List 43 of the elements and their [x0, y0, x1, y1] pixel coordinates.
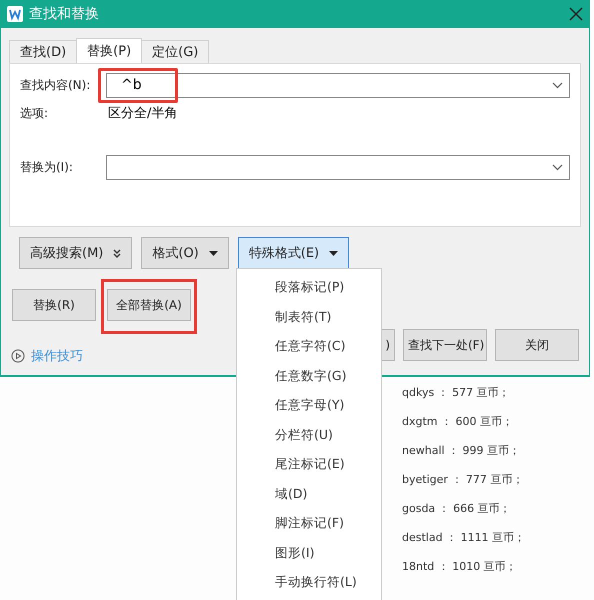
- play-circle-icon: [11, 349, 25, 363]
- tab[interactable]: 替换(P): [76, 38, 142, 63]
- menu-item[interactable]: 图形(I): [275, 538, 381, 568]
- menu-item[interactable]: 脚注标记(F): [275, 509, 381, 538]
- options-value: 区分全/半角: [107, 105, 178, 122]
- document-line: qdkys ： 577 亘币；: [402, 385, 511, 401]
- document-line: 18ntd ： 1010 亘币；: [402, 559, 518, 575]
- document-line: byetiger ： 777 亘币；: [402, 472, 524, 488]
- document-line: gosda ： 666 亘币；: [402, 501, 512, 517]
- option-button[interactable]: 高级搜索(M): [19, 237, 132, 269]
- close-icon[interactable]: [569, 7, 583, 21]
- menu-item[interactable]: 域(D): [275, 480, 381, 509]
- dropdown-chevron-icon[interactable]: [552, 164, 563, 170]
- menu-item[interactable]: 分栏符(U): [275, 420, 381, 450]
- caret-icon: [329, 250, 338, 256]
- app-logo-icon: [7, 6, 23, 22]
- document-line: newhall ： 999 亘币；: [402, 443, 522, 459]
- document-line: destlad ： 1111 亘币；: [402, 530, 526, 546]
- replace-field[interactable]: [106, 154, 570, 180]
- find-label: 查找内容(N):: [20, 76, 92, 94]
- find-field[interactable]: ^b: [106, 72, 570, 98]
- menu-item[interactable]: 任意数字(G): [275, 362, 381, 391]
- action-button[interactable]: 全部替换(A): [107, 289, 191, 321]
- menu-item[interactable]: 制表符(T): [275, 302, 381, 332]
- menu-item[interactable]: 手动换行符(L): [275, 568, 381, 598]
- dropdown-chevron-icon[interactable]: [552, 82, 563, 88]
- option-button[interactable]: 格式(O): [141, 237, 229, 269]
- option-button[interactable]: 特殊格式(E): [238, 237, 350, 269]
- tab[interactable]: 查找(D): [9, 40, 78, 63]
- double-caret-icon: [113, 248, 122, 258]
- menu-item[interactable]: 尾注标记(E): [275, 450, 381, 480]
- tab[interactable]: 定位(G): [141, 40, 210, 63]
- menu-item[interactable]: 段落标记(P): [275, 273, 381, 302]
- window-title: 查找和替换: [29, 5, 100, 23]
- replace-label: 替换为(I):: [20, 158, 74, 176]
- options-label: 选项:: [20, 104, 50, 122]
- caret-icon: [208, 250, 218, 256]
- dialog-button[interactable]: 查找下一处(F): [403, 329, 487, 361]
- menu-item[interactable]: 任意字母(Y): [275, 391, 381, 420]
- menu-item[interactable]: 任意字符(C): [275, 332, 381, 362]
- action-button[interactable]: 替换(R): [12, 289, 96, 321]
- dialog-button[interactable]: 关闭: [495, 329, 579, 361]
- document-line: dxgtm ： 600 亘币；: [402, 414, 514, 430]
